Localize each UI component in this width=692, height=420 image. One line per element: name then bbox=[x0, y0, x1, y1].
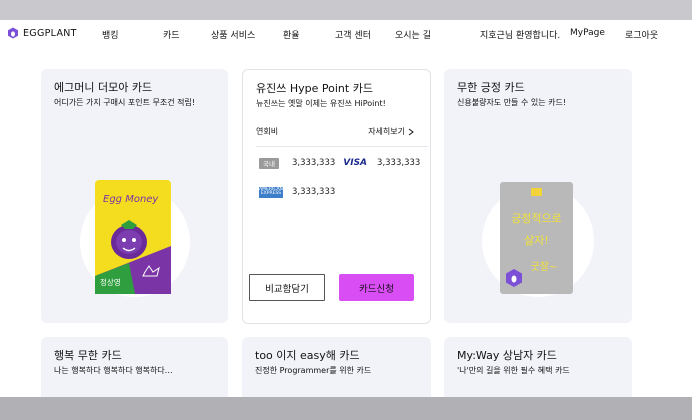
fee-row-amex: AMERICAN EXPRESS 3,333,333 bbox=[259, 185, 335, 199]
svg-text:Egg Money: Egg Money bbox=[103, 194, 159, 205]
logo-text: EGGPLANT bbox=[23, 27, 77, 39]
apply-button[interactable]: 카드신청 bbox=[339, 274, 414, 301]
detail-link[interactable]: 자세히보기 bbox=[368, 126, 414, 137]
card-subtitle: 어디가든 가지 구매시 포인트 무조건 적립! bbox=[54, 98, 196, 107]
detail-link-label: 자세히보기 bbox=[368, 127, 405, 136]
top-navigation: EGGPLANT 뱅킹 카드 상품 서비스 환율 고객 센터 오시는 길 지호근… bbox=[0, 20, 692, 48]
mypage-link[interactable]: MyPage bbox=[570, 28, 605, 38]
visa-logo: VISA bbox=[343, 158, 368, 168]
greeting-text: 지호근님 환영합니다. bbox=[480, 31, 561, 41]
card-title: 행복 무한 카드 bbox=[54, 349, 122, 362]
nav-card[interactable]: 카드 bbox=[163, 28, 180, 41]
domestic-badge: 국내 bbox=[259, 157, 279, 169]
chevron-right-icon bbox=[408, 128, 414, 135]
card-subtitle: 나는 행복하다 행복하다 행복하다… bbox=[54, 366, 173, 375]
visa-fee: 3,333,333 bbox=[377, 158, 421, 168]
card-subtitle: '나'만의 길을 위한 필수 혜택 카드 bbox=[457, 366, 570, 375]
card-subtitle: 신용불량자도 만들 수 있는 카드! bbox=[457, 98, 567, 107]
nav-exchange[interactable]: 환율 bbox=[283, 28, 300, 41]
browser-top-bar bbox=[0, 0, 692, 20]
nav-banking[interactable]: 뱅킹 bbox=[102, 28, 119, 41]
logo[interactable]: EGGPLANT bbox=[7, 27, 77, 39]
logout-link[interactable]: 로그아웃 bbox=[625, 28, 658, 41]
positive-card-image: 긍정적으로 살자! 굿잘~ bbox=[500, 182, 573, 294]
compare-button[interactable]: 비교함담기 bbox=[249, 274, 325, 301]
card-title: 에그머니 더모아 카드 bbox=[54, 81, 153, 94]
annual-fee-label: 연회비 bbox=[256, 127, 279, 136]
nav-directions[interactable]: 오시는 길 bbox=[395, 28, 431, 41]
card-infinite-positive[interactable]: 무한 긍정 카드 신용불량자도 만들 수 있는 카드! 긍정적으로 살자! 굿잘… bbox=[444, 69, 632, 323]
eggplant-logo-icon bbox=[8, 27, 18, 39]
card-list: 에그머니 더모아 카드 어디가든 가지 구매시 포인트 무조건 적립! Egg … bbox=[0, 48, 692, 407]
browser-bottom-bar bbox=[0, 397, 692, 420]
amex-logo: AMERICAN EXPRESS bbox=[259, 186, 283, 198]
nav-products[interactable]: 상품 서비스 bbox=[211, 28, 255, 41]
amex-fee: 3,333,333 bbox=[292, 187, 336, 197]
card-title: too 이지 easy해 카드 bbox=[255, 349, 360, 362]
card-title: My:Way 상남자 카드 bbox=[457, 349, 557, 362]
card-subtitle: 진정한 Programmer를 위한 카드 bbox=[255, 366, 372, 375]
card-image-owner: 정상영 bbox=[100, 277, 121, 287]
nav-customer-center[interactable]: 고객 센터 bbox=[335, 28, 371, 41]
egg-money-card-image: Egg Money 정상영 bbox=[95, 180, 171, 294]
card-title: 무한 긍정 카드 bbox=[457, 81, 525, 94]
svg-text:굿잘~: 굿잘~ bbox=[531, 261, 558, 273]
svg-text:긍정적으로: 긍정적으로 bbox=[511, 212, 562, 225]
card-title: 유진쓰 Hype Point 카드 bbox=[256, 82, 373, 95]
card-hype-point[interactable]: 유진쓰 Hype Point 카드 뉴진쓰는 옛말 이제는 유진쓰 HiPoin… bbox=[242, 69, 431, 324]
domestic-fee: 3,333,333 bbox=[292, 158, 336, 168]
svg-text:살자!: 살자! bbox=[524, 234, 549, 247]
card-subtitle: 뉴진쓰는 옛말 이제는 유진쓰 HiPoint! bbox=[256, 99, 386, 108]
divider bbox=[256, 146, 428, 147]
card-egg-money[interactable]: 에그머니 더모아 카드 어디가든 가지 구매시 포인트 무조건 적립! Egg … bbox=[41, 69, 228, 323]
fee-row-domestic-visa: 국내 3,333,333 VISA 3,333,333 bbox=[259, 156, 420, 170]
